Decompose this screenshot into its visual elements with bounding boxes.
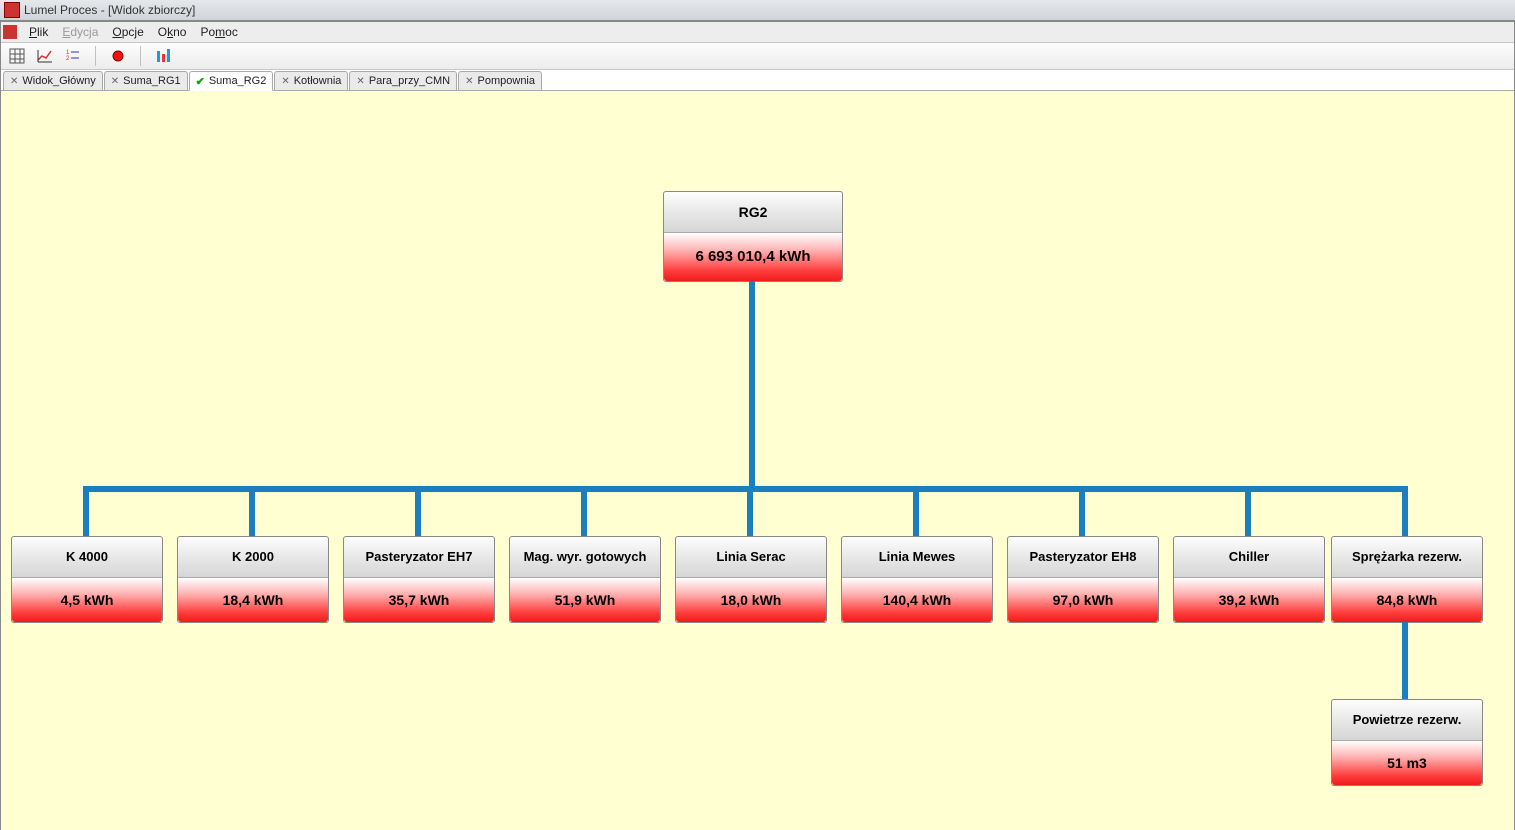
numlist-icon[interactable]: 12 [63, 46, 83, 66]
node-header: Powietrze rezerw. [1332, 700, 1482, 741]
menu-plik[interactable]: Plik [23, 24, 54, 40]
node-header: RG2 [664, 192, 842, 233]
node-value: 18,4 kWh [178, 578, 328, 622]
node-value: 97,0 kWh [1008, 578, 1158, 622]
node-value: 4,5 kWh [12, 578, 162, 622]
toolbar-separator [140, 46, 141, 66]
menu-okno[interactable]: Okno [152, 24, 193, 40]
connector-line [913, 486, 919, 536]
columns-icon[interactable] [153, 46, 173, 66]
node-value: 51 m3 [1332, 741, 1482, 785]
node-pasteryzator-eh7[interactable]: Pasteryzator EH7 35,7 kWh [343, 536, 495, 623]
node-value: 18,0 kWh [676, 578, 826, 622]
window-titlebar: Lumel Proces - [Widok zbiorczy] [0, 0, 1515, 21]
node-value: 84,8 kWh [1332, 578, 1482, 622]
node-powietrze-rezerw[interactable]: Powietrze rezerw. 51 m3 [1331, 699, 1483, 786]
node-value: 39,2 kWh [1174, 578, 1324, 622]
node-header: K 4000 [12, 537, 162, 578]
connector-line [581, 486, 587, 536]
close-icon: ✕ [356, 76, 364, 87]
node-header: Chiller [1174, 537, 1324, 578]
tab-widok-glowny[interactable]: ✕ Widok_Główny [3, 71, 103, 90]
connector-line [83, 486, 1408, 492]
grid-icon[interactable] [7, 46, 27, 66]
tab-label: Para_przy_CMN [369, 75, 450, 87]
toolbar: 12 [1, 43, 1514, 70]
menubar: Plik Edycja Opcje Okno Pomoc [1, 22, 1514, 43]
node-value: 140,4 kWh [842, 578, 992, 622]
check-icon: ✔ [196, 75, 205, 88]
window-title: Lumel Proces - [Widok zbiorczy] [24, 3, 195, 17]
node-header: Pasteryzator EH7 [344, 537, 494, 578]
menu-pomoc[interactable]: Pomoc [194, 24, 243, 40]
node-header: Linia Serac [676, 537, 826, 578]
connector-line [1402, 622, 1408, 699]
tab-pompownia[interactable]: ✕ Pompownia [458, 71, 542, 90]
tab-label: Kotłownia [294, 75, 342, 87]
menu-opcje[interactable]: Opcje [106, 24, 149, 40]
connector-line [249, 486, 255, 536]
node-value: 6 693 010,4 kWh [664, 233, 842, 281]
tab-para-przy-cmn[interactable]: ✕ Para_przy_CMN [349, 71, 457, 90]
connector-line [415, 486, 421, 536]
close-icon: ✕ [10, 76, 18, 87]
menu-edycja[interactable]: Edycja [56, 24, 104, 40]
connector-line [1079, 486, 1085, 536]
app-icon [4, 2, 20, 18]
chart-icon[interactable] [35, 46, 55, 66]
node-header: Linia Mewes [842, 537, 992, 578]
node-header: Mag. wyr. gotowych [510, 537, 660, 578]
close-icon: ✕ [281, 76, 289, 87]
svg-text:2: 2 [66, 56, 70, 62]
tab-suma-rg1[interactable]: ✕ Suma_RG1 [104, 71, 188, 90]
tabstrip: ✕ Widok_Główny ✕ Suma_RG1 ✔ Suma_RG2 ✕ Kotło… [1, 70, 1514, 91]
tab-label: Suma_RG1 [123, 75, 180, 87]
connector-line [749, 281, 755, 486]
tab-label: Pompownia [478, 75, 535, 87]
connector-line [1402, 486, 1408, 536]
close-icon: ✕ [465, 76, 473, 87]
node-sprezarka-rezerw[interactable]: Sprężarka rezerw. 84,8 kWh [1331, 536, 1483, 623]
node-pasteryzator-eh8[interactable]: Pasteryzator EH8 97,0 kWh [1007, 536, 1159, 623]
node-rg2[interactable]: RG2 6 693 010,4 kWh [663, 191, 843, 282]
node-value: 35,7 kWh [344, 578, 494, 622]
menu-app-icon [3, 25, 17, 39]
connector-line [1245, 486, 1251, 536]
node-linia-mewes[interactable]: Linia Mewes 140,4 kWh [841, 536, 993, 623]
connector-line [83, 486, 89, 536]
node-k-2000[interactable]: K 2000 18,4 kWh [177, 536, 329, 623]
alert-bulb-icon[interactable] [108, 46, 128, 66]
connector-line [747, 486, 753, 536]
diagram-canvas: RG2 6 693 010,4 kWh K 4000 4,5 kWh K 200… [1, 91, 1514, 830]
node-mag-wyr-gotowych[interactable]: Mag. wyr. gotowych 51,9 kWh [509, 536, 661, 623]
node-header: Pasteryzator EH8 [1008, 537, 1158, 578]
node-header: K 2000 [178, 537, 328, 578]
toolbar-separator [95, 46, 96, 66]
node-value: 51,9 kWh [510, 578, 660, 622]
tab-label: Suma_RG2 [209, 75, 266, 87]
tab-label: Widok_Główny [22, 75, 95, 87]
tab-kotlownia[interactable]: ✕ Kotłownia [274, 71, 348, 90]
node-chiller[interactable]: Chiller 39,2 kWh [1173, 536, 1325, 623]
node-linia-serac[interactable]: Linia Serac 18,0 kWh [675, 536, 827, 623]
tab-suma-rg2[interactable]: ✔ Suma_RG2 [189, 71, 274, 91]
node-header: Sprężarka rezerw. [1332, 537, 1482, 578]
close-icon: ✕ [111, 76, 119, 87]
node-k-4000[interactable]: K 4000 4,5 kWh [11, 536, 163, 623]
